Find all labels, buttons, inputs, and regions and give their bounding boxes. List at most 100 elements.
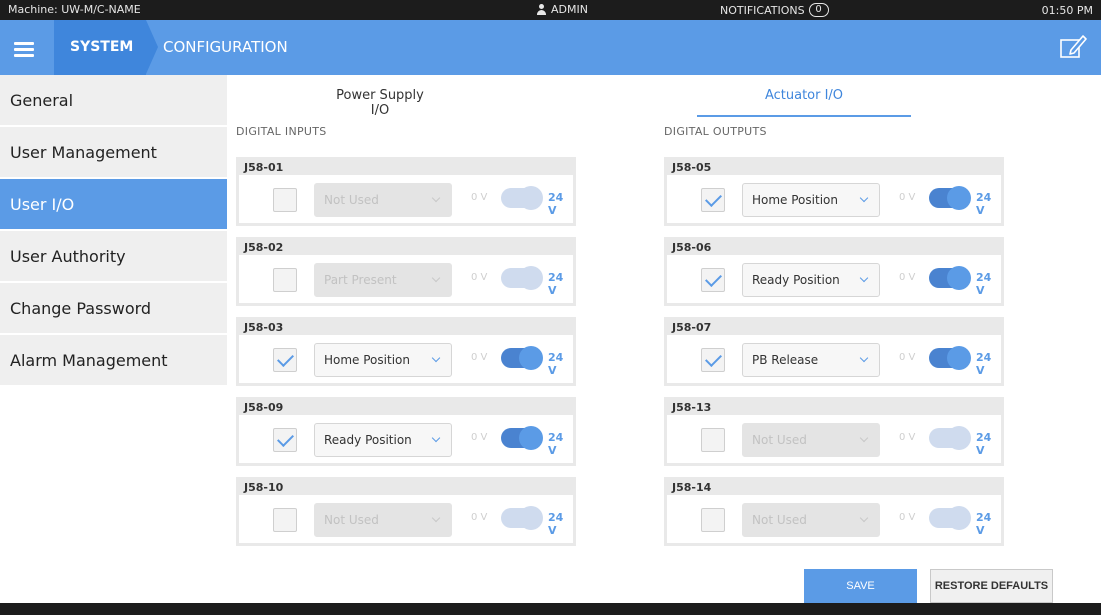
breadcrumb-configuration: CONFIGURATION [163, 38, 288, 56]
function-select[interactable]: Part Present [314, 263, 452, 297]
toggle-knob [519, 266, 543, 290]
voltage-high-label: 24 V [548, 431, 564, 457]
tab-actuator-io[interactable]: Actuator I/O [697, 88, 911, 103]
save-button[interactable]: SAVE [804, 569, 917, 603]
io-row-controls: Part Present 0 V 24 V [239, 255, 573, 303]
notifications[interactable]: NOTIFICATIONS 0 [720, 3, 829, 17]
voltage-toggle[interactable] [929, 426, 971, 450]
output-row: J58-07 PB Release 0 V 24 V [664, 317, 1004, 386]
voltage-high-label: 24 V [976, 511, 992, 537]
function-select[interactable]: Not Used [314, 183, 452, 217]
voltage-low-label: 0 V [471, 192, 488, 203]
output-row: J58-06 Ready Position 0 V 24 V [664, 237, 1004, 306]
function-select-value: Home Position [752, 193, 838, 207]
voltage-toggle[interactable] [929, 266, 971, 290]
chevron-down-icon [431, 513, 441, 523]
voltage-toggle[interactable] [501, 266, 543, 290]
status-bar: Machine: UW-M/C-NAME ADMIN NOTIFICATIONS… [0, 0, 1101, 20]
function-select[interactable]: Not Used [314, 503, 452, 537]
sidebar-item-user-management[interactable]: User Management [0, 127, 227, 179]
function-select-value: Ready Position [324, 433, 412, 447]
toggle-knob [947, 346, 971, 370]
voltage-toggle[interactable] [501, 506, 543, 530]
voltage-high-label: 24 V [976, 191, 992, 217]
enable-checkbox[interactable] [273, 348, 297, 372]
sidebar-item-change-password[interactable]: Change Password [0, 283, 227, 335]
function-select-value: Part Present [324, 273, 397, 287]
voltage-toggle[interactable] [501, 186, 543, 210]
toggle-knob [947, 266, 971, 290]
function-select[interactable]: Ready Position [742, 263, 880, 297]
voltage-toggle[interactable] [501, 346, 543, 370]
function-select[interactable]: PB Release [742, 343, 880, 377]
enable-checkbox[interactable] [701, 188, 725, 212]
voltage-toggle[interactable] [929, 186, 971, 210]
notifications-count-badge: 0 [808, 3, 829, 17]
voltage-low-label: 0 V [899, 272, 916, 283]
tab-power-supply-io[interactable]: Power Supply I/O [325, 88, 435, 118]
toggle-knob [519, 186, 543, 210]
current-user[interactable]: ADMIN [536, 3, 588, 16]
clock: 01:50 PM [1041, 4, 1093, 17]
io-row-controls: Not Used 0 V 24 V [667, 495, 1001, 543]
io-channel-label: J58-03 [244, 321, 284, 334]
voltage-toggle[interactable] [501, 426, 543, 450]
io-channel-label: J58-13 [672, 401, 712, 414]
machine-name: Machine: UW-M/C-NAME [8, 3, 141, 16]
function-select[interactable]: Home Position [742, 183, 880, 217]
hamburger-menu-icon[interactable] [14, 42, 34, 57]
function-select[interactable]: Not Used [742, 503, 880, 537]
voltage-high-label: 24 V [976, 271, 992, 297]
notifications-label: NOTIFICATIONS [720, 3, 805, 17]
input-row: J58-09 Ready Position 0 V 24 V [236, 397, 576, 466]
breadcrumb-system[interactable]: SYSTEM [54, 20, 146, 75]
voltage-low-label: 0 V [899, 432, 916, 443]
function-select[interactable]: Not Used [742, 423, 880, 457]
voltage-high-label: 24 V [548, 191, 564, 217]
enable-checkbox[interactable] [701, 428, 725, 452]
voltage-toggle[interactable] [929, 506, 971, 530]
active-tab-indicator [697, 115, 911, 117]
function-select-value: Not Used [324, 513, 379, 527]
edit-icon[interactable] [1059, 32, 1087, 60]
chevron-down-icon [431, 273, 441, 283]
voltage-high-label: 24 V [976, 351, 992, 377]
toggle-knob [519, 426, 543, 450]
output-row: J58-05 Home Position 0 V 24 V [664, 157, 1004, 226]
enable-checkbox[interactable] [273, 428, 297, 452]
io-row-controls: Not Used 0 V 24 V [667, 415, 1001, 463]
enable-checkbox[interactable] [273, 188, 297, 212]
function-select-value: Home Position [324, 353, 410, 367]
voltage-low-label: 0 V [899, 192, 916, 203]
voltage-low-label: 0 V [471, 432, 488, 443]
function-select[interactable]: Home Position [314, 343, 452, 377]
sidebar-item-alarm-management[interactable]: Alarm Management [0, 335, 227, 387]
sidebar-item-general[interactable]: General [0, 75, 227, 127]
bottom-bar [0, 603, 1101, 615]
function-select-value: Not Used [324, 193, 379, 207]
sidebar-item-user-authority[interactable]: User Authority [0, 231, 227, 283]
enable-checkbox[interactable] [701, 508, 725, 532]
enable-checkbox[interactable] [701, 348, 725, 372]
digital-outputs-heading: DIGITAL OUTPUTS [664, 125, 767, 138]
output-row: J58-14 Not Used 0 V 24 V [664, 477, 1004, 546]
chevron-down-icon [859, 513, 869, 523]
sidebar-item-user-i-o[interactable]: User I/O [0, 179, 227, 231]
voltage-high-label: 24 V [548, 271, 564, 297]
chevron-down-icon [859, 273, 869, 283]
breadcrumb-separator [146, 20, 158, 74]
io-channel-label: J58-09 [244, 401, 284, 414]
toggle-knob [519, 346, 543, 370]
output-row: J58-13 Not Used 0 V 24 V [664, 397, 1004, 466]
function-select-value: Ready Position [752, 273, 840, 287]
restore-defaults-button[interactable]: RESTORE DEFAULTS [930, 569, 1053, 603]
io-channel-label: J58-07 [672, 321, 712, 334]
function-select[interactable]: Ready Position [314, 423, 452, 457]
toggle-knob [519, 506, 543, 530]
enable-checkbox[interactable] [273, 268, 297, 292]
enable-checkbox[interactable] [701, 268, 725, 292]
voltage-toggle[interactable] [929, 346, 971, 370]
io-channel-label: J58-06 [672, 241, 712, 254]
function-select-value: PB Release [752, 353, 819, 367]
enable-checkbox[interactable] [273, 508, 297, 532]
